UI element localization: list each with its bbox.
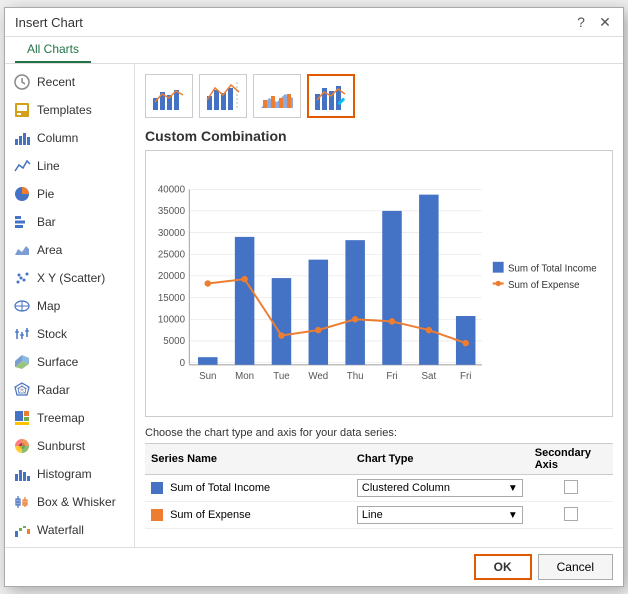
series-name-1: Sum of Total Income [145, 475, 351, 502]
chart-type-dropdown-1[interactable]: Clustered Column ▼ [357, 479, 523, 497]
main-content: Recent Templates Column Li [5, 64, 623, 547]
sidebar-item-recent[interactable]: Recent [5, 68, 134, 96]
title-bar-controls: ? ✕ [573, 14, 613, 30]
column-icon [13, 129, 31, 147]
line-icon [13, 157, 31, 175]
sidebar-item-area[interactable]: Area [5, 236, 134, 264]
sidebar-item-histogram[interactable]: Histogram [5, 460, 134, 488]
svg-text:Sum of Total Income: Sum of Total Income [508, 264, 597, 275]
right-panel: Custom Combination 40000 35000 30000 250… [135, 64, 623, 547]
sidebar-item-map[interactable]: Map [5, 292, 134, 320]
svg-text:25000: 25000 [158, 249, 186, 260]
svg-text:Sat: Sat [422, 371, 437, 382]
surface-icon [13, 353, 31, 371]
svg-text:Wed: Wed [308, 371, 328, 382]
sunburst-icon [13, 437, 31, 455]
sidebar-item-templates[interactable]: Templates [5, 96, 134, 124]
sidebar: Recent Templates Column Li [5, 64, 135, 547]
sidebar-item-xy-scatter[interactable]: X Y (Scatter) [5, 264, 134, 292]
series-name-header: Series Name [145, 444, 351, 475]
dialog-title: Insert Chart [15, 15, 83, 30]
secondary-axis-checkbox-2[interactable] [564, 507, 578, 521]
sidebar-item-box-whisker[interactable]: Box & Whisker [5, 488, 134, 516]
series-color-1 [151, 482, 163, 494]
chart-type-header: Chart Type [351, 444, 529, 475]
close-button[interactable]: ✕ [597, 14, 613, 30]
svg-text:40000: 40000 [158, 184, 186, 195]
sidebar-item-stock[interactable]: Stock [5, 320, 134, 348]
pie-icon [13, 185, 31, 203]
cancel-button[interactable]: Cancel [538, 554, 613, 580]
svg-text:35000: 35000 [158, 206, 186, 217]
ok-button[interactable]: OK [474, 554, 532, 580]
series-color-2 [151, 509, 163, 521]
choose-label: Choose the chart type and axis for your … [145, 427, 613, 439]
series-secondary-1 [529, 475, 613, 502]
secondary-axis-header: Secondary Axis [529, 444, 613, 475]
series-row-1: Sum of Total Income Clustered Column ▼ [145, 475, 613, 502]
svg-text:Sum of Expense: Sum of Expense [508, 280, 580, 291]
svg-text:Fri: Fri [386, 371, 397, 382]
svg-text:Tue: Tue [273, 371, 289, 382]
series-row-2: Sum of Expense Line ▼ [145, 502, 613, 529]
series-name-2: Sum of Expense [145, 502, 351, 529]
bar-icon [13, 213, 31, 231]
chart-type-dropdown-2[interactable]: Line ▼ [357, 506, 523, 524]
svg-text:10000: 10000 [158, 315, 186, 326]
sidebar-item-line[interactable]: Line [5, 152, 134, 180]
secondary-axis-checkbox-1[interactable] [564, 480, 578, 494]
sidebar-item-treemap[interactable]: Treemap [5, 404, 134, 432]
help-button[interactable]: ? [573, 14, 589, 30]
chart-title: Custom Combination [145, 128, 613, 144]
series-secondary-2 [529, 502, 613, 529]
chart-type-btn-1[interactable] [145, 74, 193, 118]
series-chart-type-1[interactable]: Clustered Column ▼ [351, 475, 529, 502]
svg-text:5000: 5000 [163, 336, 185, 347]
chart-type-icons [145, 74, 613, 118]
map-icon [13, 297, 31, 315]
templates-icon [13, 101, 31, 119]
chart-type-btn-2[interactable] [199, 74, 247, 118]
box-whisker-icon [13, 493, 31, 511]
radar-icon [13, 381, 31, 399]
footer-buttons: OK Cancel [5, 547, 623, 586]
svg-text:15000: 15000 [158, 293, 186, 304]
chart-type-btn-3[interactable] [253, 74, 301, 118]
recent-icon [13, 73, 31, 91]
tab-all-charts[interactable]: All Charts [15, 37, 91, 63]
scatter-icon [13, 269, 31, 287]
chart-type-btn-4[interactable] [307, 74, 355, 118]
histogram-icon [13, 465, 31, 483]
title-bar: Insert Chart ? ✕ [5, 8, 623, 37]
svg-text:0: 0 [180, 358, 186, 369]
sidebar-item-radar[interactable]: Radar [5, 376, 134, 404]
chart-area: 40000 35000 30000 25000 20000 15000 1000… [145, 150, 613, 417]
sidebar-item-waterfall[interactable]: Waterfall [5, 516, 134, 544]
svg-text:Mon: Mon [235, 371, 254, 382]
tabs-bar: All Charts [5, 37, 623, 64]
insert-chart-dialog: Insert Chart ? ✕ All Charts Recent [4, 7, 624, 587]
treemap-icon [13, 409, 31, 427]
area-icon [13, 241, 31, 259]
dropdown-arrow-1: ▼ [508, 483, 518, 494]
sidebar-item-sunburst[interactable]: Sunburst [5, 432, 134, 460]
svg-text:30000: 30000 [158, 228, 186, 239]
sidebar-item-pie[interactable]: Pie [5, 180, 134, 208]
svg-text:20000: 20000 [158, 271, 186, 282]
waterfall-icon [13, 521, 31, 539]
svg-text:Thu: Thu [347, 371, 364, 382]
sidebar-item-surface[interactable]: Surface [5, 348, 134, 376]
dropdown-arrow-2: ▼ [508, 510, 518, 521]
series-table: Series Name Chart Type Secondary Axis Su… [145, 443, 613, 529]
stock-icon [13, 325, 31, 343]
svg-text:Fri: Fri [460, 371, 471, 382]
series-chart-type-2[interactable]: Line ▼ [351, 502, 529, 529]
sidebar-item-bar[interactable]: Bar [5, 208, 134, 236]
sidebar-item-column[interactable]: Column [5, 124, 134, 152]
svg-text:Sun: Sun [199, 371, 216, 382]
